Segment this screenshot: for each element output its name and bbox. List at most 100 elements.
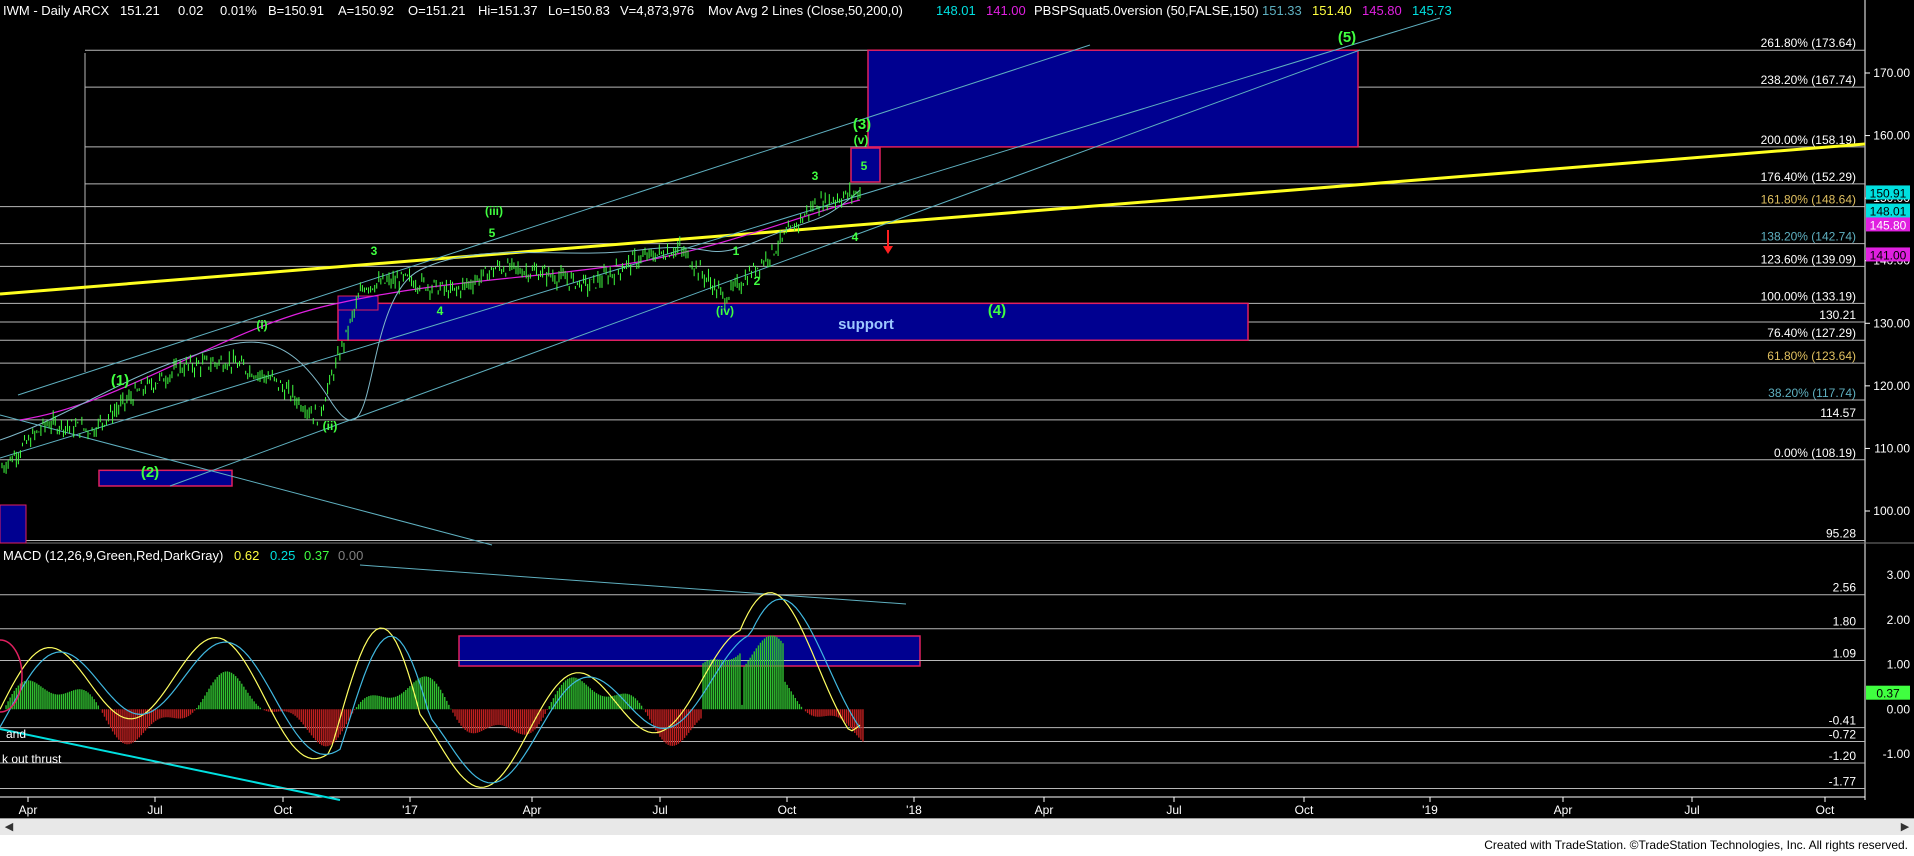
time-axis-label: Apr (1554, 803, 1573, 817)
high-value: Hi=151.37 (478, 3, 538, 18)
indicator-value-4: 145.73 (1412, 3, 1452, 18)
time-axis-label: '17 (402, 803, 418, 817)
wave-label: (ii) (323, 419, 338, 433)
wave-label: (1) (111, 372, 129, 389)
macd-level-label: -0.41 (1829, 714, 1857, 728)
wave-label: 4 (852, 230, 859, 244)
price-tag-label: 141.00 (1870, 248, 1907, 262)
macd-level-label: 1.09 (1833, 646, 1857, 660)
indicator-value-1: 151.33 (1262, 3, 1302, 18)
macd-zero: 0.00 (338, 548, 363, 563)
macd-axis-label: 0.00 (1887, 702, 1911, 716)
fib-label: 38.20% (117.74) (1768, 386, 1856, 400)
wave-label: 5 (489, 226, 496, 240)
time-axis-label: '19 (1422, 803, 1438, 817)
chart-header: IWM - Daily ARCX 151.21 0.02 0.01% B=150… (3, 3, 1452, 18)
macd-note-1: and (6, 727, 26, 741)
wave-label: 5 (861, 159, 868, 173)
indicator-value-3: 145.80 (1362, 3, 1402, 18)
fib-label: 61.80% (123.64) (1767, 349, 1856, 363)
price-axis-label: 170.00 (1873, 66, 1910, 80)
price-tags: 150.91 148.01145.80 141.00 (1866, 185, 1910, 262)
zone-box-small (0, 504, 27, 544)
macd-trendline (359, 564, 907, 605)
ask-value: A=150.92 (338, 3, 394, 18)
indicator-label: PBSPSquat5.0version (50,FALSE,150) (1034, 3, 1259, 18)
macd-axis-label: 3.00 (1887, 568, 1911, 582)
wave-label: 2 (754, 274, 761, 288)
price-tag-label: 150.91 (1870, 186, 1907, 200)
fib-label: 261.80% (173.64) (1761, 36, 1856, 50)
time-axis-label: Apr (19, 803, 38, 817)
zone-box (867, 49, 1359, 148)
time-axis-label: Apr (1035, 803, 1054, 817)
fib-label: 161.80% (148.64) (1761, 193, 1856, 207)
macd-level-label: 1.80 (1833, 615, 1857, 629)
fib-label: 0.00% (108.19) (1774, 446, 1856, 460)
time-axis-label: '18 (906, 803, 922, 817)
fib-label: 130.21 (1819, 308, 1856, 322)
time-scrollbar[interactable]: ◀ ▶ (0, 818, 1914, 836)
scroll-left-icon[interactable]: ◀ (2, 821, 16, 833)
fib-label: 76.40% (127.29) (1767, 326, 1856, 340)
zone-box-small (337, 295, 379, 311)
price-axis-label: 120.00 (1873, 379, 1910, 393)
macd-axis-label: -1.00 (1883, 747, 1911, 761)
low-value: Lo=150.83 (548, 3, 610, 18)
time-axis-label: Jul (652, 803, 667, 817)
zone-box (98, 469, 233, 487)
zone-box (337, 302, 1249, 341)
time-axis-label: Jul (1166, 803, 1181, 817)
channel-line (0, 17, 1441, 459)
price-chart[interactable]: IWM - Daily ARCX 151.21 0.02 0.01% B=150… (0, 0, 1914, 818)
fib-label: 114.57 (1820, 406, 1856, 420)
time-axis-label: Oct (778, 803, 797, 817)
ma-label: Mov Avg 2 Lines (Close,50,200,0) (708, 3, 903, 18)
wave-label: (3) (853, 116, 871, 133)
wave-label: (iv) (716, 304, 734, 318)
time-axis: Apr Jul Oct '17 Apr Jul Oct '18 Apr Jul Oct '19 Apr J… (19, 797, 1835, 817)
macd-hist: 0.37 (304, 548, 329, 563)
yellow-trendline (0, 142, 1866, 296)
open-value: O=151.21 (408, 3, 465, 18)
price-axis-label: 160.00 (1873, 129, 1910, 143)
macd-level-label: -0.72 (1829, 727, 1857, 741)
macd-note-2: k out thrust (2, 752, 62, 766)
macd-signal: 0.25 (270, 548, 295, 563)
fib-label: 100.00% (133.19) (1761, 289, 1856, 303)
down-arrow-icon (883, 230, 893, 254)
macd-axis-label: 1.00 (1887, 658, 1911, 672)
wave-label: 3 (812, 169, 819, 183)
time-axis-label: Apr (523, 803, 542, 817)
price-axis-label: 110.00 (1874, 441, 1910, 455)
macd-header: MACD (12,26,9,Green,Red,DarkGray) 0.62 0… (3, 548, 363, 563)
time-axis-label: Oct (1295, 803, 1314, 817)
macd-value: 0.62 (234, 548, 259, 563)
volume-value: V=4,873,976 (620, 3, 694, 18)
time-axis-label: Oct (274, 803, 293, 817)
macd-zone-box (458, 635, 921, 667)
target-zones (0, 49, 1359, 667)
channel-line (169, 49, 1361, 487)
fib-label: 138.20% (142.74) (1761, 230, 1856, 244)
fib-label: 238.20% (167.74) (1761, 73, 1856, 87)
ma2-value: 141.00 (986, 3, 1026, 18)
wave-label: (v) (854, 133, 869, 147)
scroll-right-icon[interactable]: ▶ (1898, 821, 1912, 833)
wave-label: 1 (733, 244, 740, 258)
ma1-value: 148.01 (936, 3, 976, 18)
time-axis-label: Oct (1816, 803, 1835, 817)
wave-label: (4) (988, 302, 1006, 319)
indicator-value-2: 151.40 (1312, 3, 1352, 18)
symbol-label: IWM - Daily ARCX (3, 3, 110, 18)
change-pct: 0.01% (220, 3, 257, 18)
price-axis-label: 130.00 (1873, 316, 1910, 330)
fib-label: 95.28 (1826, 527, 1856, 541)
macd-level-label: 2.56 (1833, 581, 1857, 595)
time-axis-label: Jul (147, 803, 162, 817)
copyright: Created with TradeStation. ©TradeStation… (1484, 838, 1908, 852)
macd-pane: 2.56 1.80 1.09 -0.41-0.72 -1.20 -1.77 3.00 2.00… (0, 568, 1911, 789)
wave-label: 4 (437, 304, 444, 318)
wave-label: (i) (256, 318, 267, 332)
footer: Created with TradeStation. ©TradeStation… (0, 835, 1914, 856)
